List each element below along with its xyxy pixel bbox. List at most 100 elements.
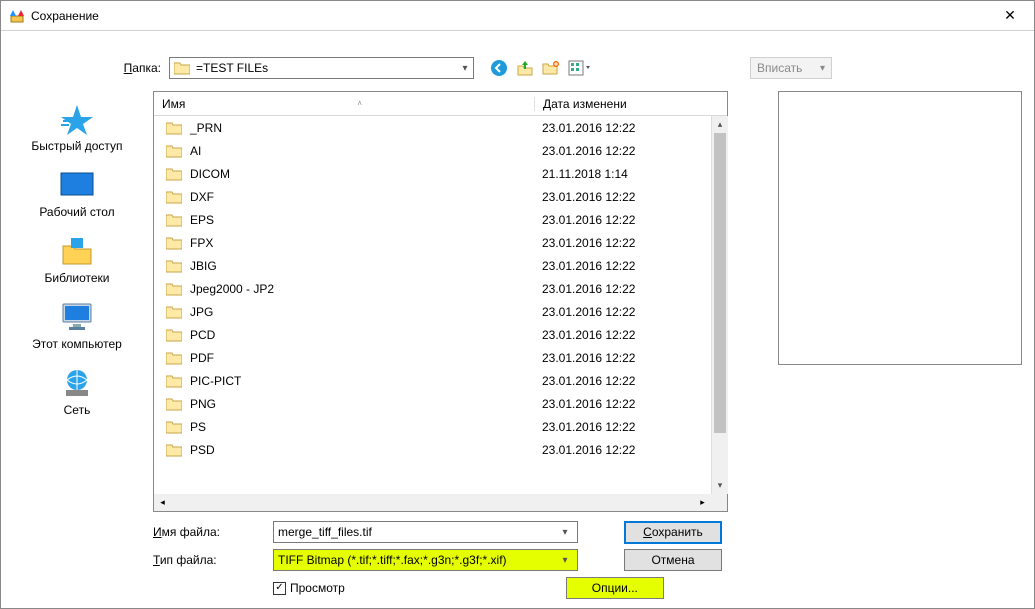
table-row[interactable]: PS 23.01.2016 12:22 [154, 415, 711, 438]
folder-icon [166, 305, 182, 319]
folder-combo-value: =TEST FILEs [196, 61, 457, 75]
file-date: 23.01.2016 12:22 [534, 397, 711, 411]
preview-check-row: ✓ Просмотр Опции... [153, 574, 1022, 602]
file-date: 23.01.2016 12:22 [534, 443, 711, 457]
scroll-thumb[interactable] [714, 133, 726, 433]
filename-value: merge_tiff_files.tif [278, 525, 557, 539]
file-date: 21.11.2018 1:14 [534, 167, 711, 181]
column-date[interactable]: Дата изменени [534, 97, 711, 111]
folder-row: Папка: =TEST FILEs ▾ Вписать ▾ [1, 49, 1034, 87]
table-row[interactable]: PIC-PICT23.01.2016 12:22 [154, 369, 711, 392]
place-desktop[interactable]: Рабочий стол [17, 165, 137, 229]
fit-combo-label: Вписать [757, 61, 802, 75]
file-name: Jpeg2000 - JP2 [190, 282, 274, 296]
folder-icon [166, 259, 182, 273]
file-name: EPS [190, 213, 214, 227]
table-row[interactable]: AI23.01.2016 12:22 [154, 139, 711, 162]
chevron-down-icon: ▾ [557, 555, 573, 566]
table-row[interactable]: FPX23.01.2016 12:22 [154, 231, 711, 254]
scroll-right-icon[interactable]: ▸ [694, 497, 711, 508]
libraries-icon [59, 235, 95, 267]
scroll-down-icon[interactable]: ▾ [712, 477, 728, 494]
filetype-combo[interactable]: TIFF Bitmap (*.tif;*.tiff;*.fax;*.g3n;*.… [273, 549, 578, 571]
table-row[interactable]: PCD 23.01.2016 12:22 [154, 323, 711, 346]
file-name: _PRN [190, 121, 222, 135]
chevron-down-icon: ▾ [820, 63, 825, 74]
file-date: 23.01.2016 12:22 [534, 351, 711, 365]
preview-checkbox-label: Просмотр [290, 581, 345, 595]
folder-icon [166, 351, 182, 365]
places-bar: Быстрый доступ Рабочий стол Библиотеки Э… [1, 91, 153, 608]
table-row[interactable]: PSD 23.01.2016 12:22 [154, 438, 711, 461]
file-name: DICOM [190, 167, 230, 181]
filename-combo[interactable]: merge_tiff_files.tif ▾ [273, 521, 578, 543]
file-name: PCD [190, 328, 215, 342]
folder-icon [166, 282, 182, 296]
filetype-value: TIFF Bitmap (*.tif;*.tiff;*.fax;*.g3n;*.… [278, 553, 557, 567]
place-network[interactable]: Сеть [17, 363, 137, 427]
file-date: 23.01.2016 12:22 [534, 420, 711, 434]
horizontal-scrollbar[interactable]: ◂ ▸ [154, 494, 711, 511]
scroll-up-icon[interactable]: ▴ [712, 116, 728, 133]
table-row[interactable]: _PRN23.01.2016 12:22 [154, 116, 711, 139]
folder-icon [166, 374, 182, 388]
table-row[interactable]: PDF23.01.2016 12:22 [154, 346, 711, 369]
preview-checkbox[interactable]: ✓ [273, 582, 286, 595]
place-libraries[interactable]: Библиотеки [17, 231, 137, 295]
table-row[interactable]: EPS 23.01.2016 12:22 [154, 208, 711, 231]
file-list-header: Имя ˄ Дата изменени [154, 92, 711, 116]
folder-icon [166, 190, 182, 204]
folder-icon [166, 144, 182, 158]
folder-icon [166, 236, 182, 250]
table-row[interactable]: JBIG23.01.2016 12:22 [154, 254, 711, 277]
file-date: 23.01.2016 12:22 [534, 190, 711, 204]
filename-row: Имя файла: merge_tiff_files.tif ▾ Сохран… [153, 518, 1022, 546]
file-name: PSD [190, 443, 215, 457]
file-date: 23.01.2016 12:22 [534, 374, 711, 388]
table-row[interactable]: JPG23.01.2016 12:22 [154, 300, 711, 323]
save-dialog-window: Сохранение ✕ Папка: =TEST FILEs ▾ [0, 0, 1035, 609]
dialog-body: Быстрый доступ Рабочий стол Библиотеки Э… [1, 87, 1034, 608]
folder-icon [166, 397, 182, 411]
table-row[interactable]: PNG 23.01.2016 12:22 [154, 392, 711, 415]
place-this-pc[interactable]: Этот компьютер [17, 297, 137, 361]
folder-label: Папка: [101, 61, 161, 75]
new-folder-icon[interactable] [542, 59, 560, 77]
this-pc-icon [59, 301, 95, 333]
save-button[interactable]: Сохранить [624, 521, 722, 544]
file-name: PNG [190, 397, 216, 411]
file-name: DXF [190, 190, 214, 204]
close-button[interactable]: ✕ [994, 1, 1026, 30]
cancel-button[interactable]: Отмена [624, 549, 722, 571]
view-mode-icon[interactable] [568, 59, 592, 77]
options-button[interactable]: Опции... [566, 577, 664, 599]
file-date: 23.01.2016 12:22 [534, 328, 711, 342]
filetype-row: Тип файла: TIFF Bitmap (*.tif;*.tiff;*.f… [153, 546, 1022, 574]
back-icon[interactable] [490, 59, 508, 77]
table-row[interactable]: DICOM 21.11.2018 1:14 [154, 162, 711, 185]
file-date: 23.01.2016 12:22 [534, 213, 711, 227]
up-folder-icon[interactable] [516, 59, 534, 77]
column-name[interactable]: Имя ˄ [154, 97, 534, 111]
folder-combo[interactable]: =TEST FILEs ▾ [169, 57, 474, 79]
file-list-pane: Имя ˄ Дата изменени _PRN23.01.2016 12:22… [153, 91, 711, 512]
file-name: FPX [190, 236, 213, 250]
filetype-label: Тип файла: [153, 553, 273, 567]
chevron-down-icon: ▾ [557, 527, 573, 538]
file-list[interactable]: _PRN23.01.2016 12:22AI23.01.2016 12:22DI… [154, 116, 711, 494]
table-row[interactable]: Jpeg2000 - JP223.01.2016 12:22 [154, 277, 711, 300]
table-row[interactable]: DXF 23.01.2016 12:22 [154, 185, 711, 208]
network-icon [59, 367, 95, 399]
vertical-scrollbar[interactable]: ▴ ▾ [711, 91, 728, 512]
sort-asc-icon: ˄ [357, 99, 362, 108]
preview-pane [778, 91, 1022, 365]
quick-access-icon [59, 103, 95, 135]
folder-icon [166, 328, 182, 342]
desktop-icon [59, 169, 95, 201]
folder-icon [166, 121, 182, 135]
file-name: PS [190, 420, 206, 434]
place-quick-access[interactable]: Быстрый доступ [17, 99, 137, 163]
folder-icon [166, 443, 182, 457]
fit-combo[interactable]: Вписать ▾ [750, 57, 832, 79]
scroll-left-icon[interactable]: ◂ [154, 497, 171, 508]
